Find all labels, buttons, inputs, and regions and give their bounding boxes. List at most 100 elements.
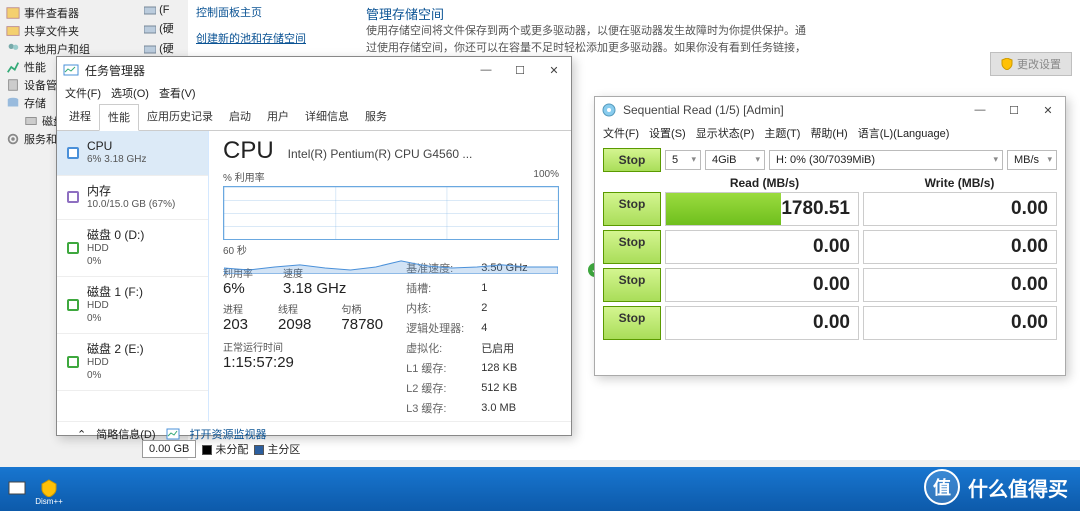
device-icon: [6, 78, 20, 92]
cpu-panel: CPU Intel(R) Pentium(R) CPU G4560 ... % …: [209, 131, 571, 421]
titlebar[interactable]: 任务管理器 ― ☐ ✕: [57, 57, 571, 83]
perf-dot-icon: [67, 191, 79, 203]
titlebar[interactable]: Sequential Read (1/5) [Admin] ― ☐ ✕: [595, 97, 1065, 123]
all-stop-button[interactable]: Stop: [603, 148, 661, 172]
disk-icon: [24, 114, 38, 128]
menu-view[interactable]: 查看(V): [159, 85, 196, 101]
tab-bar: 进程 性能 应用历史记录 启动 用户 详细信息 服务: [57, 104, 571, 131]
write-cell: 0.00: [863, 306, 1057, 340]
swatch-primary-icon: [254, 445, 264, 455]
drive-item[interactable]: (硬: [140, 18, 184, 38]
drive-icon: [144, 23, 156, 35]
minimize-button[interactable]: ―: [963, 97, 997, 123]
drive-label: (F: [159, 4, 169, 16]
create-pool-link[interactable]: 创建新的池和存储空间: [196, 30, 306, 46]
tab-startup[interactable]: 启动: [221, 104, 259, 130]
row-stop-button[interactable]: Stop: [603, 192, 661, 226]
row-stop-button[interactable]: Stop: [603, 230, 661, 264]
cdm-row: Stop 0.00 0.00: [603, 268, 1057, 302]
tab-app-history[interactable]: 应用历史记录: [139, 104, 221, 130]
tab-users[interactable]: 用户: [259, 104, 297, 130]
drive-item[interactable]: (F: [140, 2, 184, 18]
perf-name: 磁盘 0 (D:): [87, 228, 144, 243]
storage-icon: [6, 96, 20, 110]
stat-label: 线程: [278, 301, 311, 316]
change-settings-button[interactable]: 更改设置: [990, 52, 1072, 76]
perf-item--[interactable]: 内存 10.0/15.0 GB (67%): [57, 176, 208, 221]
tab-processes[interactable]: 进程: [61, 104, 99, 130]
write-cell: 0.00: [863, 230, 1057, 264]
disk-map-legend: 0.00 GB 未分配 主分区: [142, 438, 300, 460]
minimize-button[interactable]: ―: [469, 57, 503, 83]
folder-share-icon: [6, 24, 20, 38]
menu-language[interactable]: 语言(L)(Language): [858, 125, 950, 141]
select-unit[interactable]: MB/s: [1007, 150, 1057, 170]
taskmgr-icon: [63, 62, 79, 78]
hdr-read: Read (MB/s): [667, 176, 862, 190]
menu-status[interactable]: 显示状态(P): [696, 125, 755, 141]
tab-performance[interactable]: 性能: [99, 104, 139, 131]
tree-item[interactable]: 共享文件夹: [6, 22, 134, 40]
menu-help[interactable]: 帮助(H): [810, 125, 847, 141]
stat-handles: 78780: [341, 316, 383, 333]
close-button[interactable]: ✕: [1031, 97, 1065, 123]
uptime-value: 1:15:57:29: [223, 354, 383, 371]
window-title: 任务管理器: [85, 62, 145, 79]
tree-item[interactable]: 事件查看器: [6, 4, 134, 22]
tree-label: 共享文件夹: [24, 23, 79, 39]
taskbar[interactable]: Dism++ 值 什么值得买: [0, 467, 1080, 511]
maximize-button[interactable]: ☐: [503, 57, 537, 83]
app-icon: [8, 479, 26, 497]
menu-file[interactable]: 文件(F): [65, 85, 101, 101]
taskbar-item[interactable]: Dism++: [38, 479, 60, 507]
page-desc: 使用存储空间将文件保存到两个或更多驱动器，以便在驱动器发生故障时为你提供保护。通…: [366, 23, 806, 56]
select-drive[interactable]: H: 0% (30/7039MiB): [769, 150, 1003, 170]
cdm-row: Stop 1780.51 0.00: [603, 192, 1057, 226]
cdm-row: Stop 0.00 0.00: [603, 230, 1057, 264]
drive-label: (硬: [159, 23, 174, 35]
perf-item--2-e-[interactable]: 磁盘 2 (E:) HDD 0%: [57, 334, 208, 391]
chart-ylabel: % 利用率: [223, 169, 265, 184]
shield-icon: [1001, 58, 1013, 70]
cpanel-home[interactable]: 控制面板主页: [196, 4, 306, 20]
select-count[interactable]: 5: [665, 150, 701, 170]
dism-icon: [40, 479, 58, 497]
tab-services[interactable]: 服务: [357, 104, 395, 130]
chevron-up-icon: ⌃: [77, 428, 86, 441]
stat-util: 6%: [223, 280, 253, 297]
menu-settings[interactable]: 设置(S): [649, 125, 686, 141]
page-title: 管理存储空间: [366, 4, 806, 23]
perf-item--1-f-[interactable]: 磁盘 1 (F:) HDD 0%: [57, 277, 208, 334]
perf-name: CPU: [87, 139, 146, 154]
perf-sub2: 0%: [87, 370, 144, 383]
legend-primary: 主分区: [267, 444, 300, 456]
perf-name: 磁盘 1 (F:): [87, 285, 143, 300]
event-icon: [6, 6, 20, 20]
button-label: 更改设置: [1017, 56, 1061, 72]
perf-item--0-d-[interactable]: 磁盘 0 (D:) HDD 0%: [57, 220, 208, 277]
perf-name: 磁盘 2 (E:): [87, 342, 144, 357]
menu-options[interactable]: 选项(O): [111, 85, 149, 101]
stat-label: 进程: [223, 301, 248, 316]
row-stop-button[interactable]: Stop: [603, 268, 661, 302]
menu-theme[interactable]: 主题(T): [764, 125, 800, 141]
taskbar-item[interactable]: [6, 479, 28, 507]
perf-sub: 10.0/15.0 GB (67%): [87, 199, 175, 212]
stat-label: 句柄: [341, 301, 383, 316]
maximize-button[interactable]: ☐: [997, 97, 1031, 123]
perf-item-cpu[interactable]: CPU 6% 3.18 GHz: [57, 131, 208, 176]
tab-details[interactable]: 详细信息: [297, 104, 357, 130]
read-cell: 0.00: [665, 230, 859, 264]
read-cell: 0.00: [665, 306, 859, 340]
perf-sidebar: CPU 6% 3.18 GHz 内存 10.0/15.0 GB (67%) 磁盘…: [57, 131, 209, 421]
perf-name: 内存: [87, 184, 175, 199]
tree-label: 事件查看器: [24, 5, 79, 21]
close-button[interactable]: ✕: [537, 57, 571, 83]
cdm-row: Stop 0.00 0.00: [603, 306, 1057, 340]
perf-dot-icon: [67, 147, 79, 159]
read-cell: 0.00: [665, 268, 859, 302]
select-size[interactable]: 4GiB: [705, 150, 765, 170]
menu-file[interactable]: 文件(F): [603, 125, 639, 141]
drive-icon: [144, 4, 156, 16]
row-stop-button[interactable]: Stop: [603, 306, 661, 340]
